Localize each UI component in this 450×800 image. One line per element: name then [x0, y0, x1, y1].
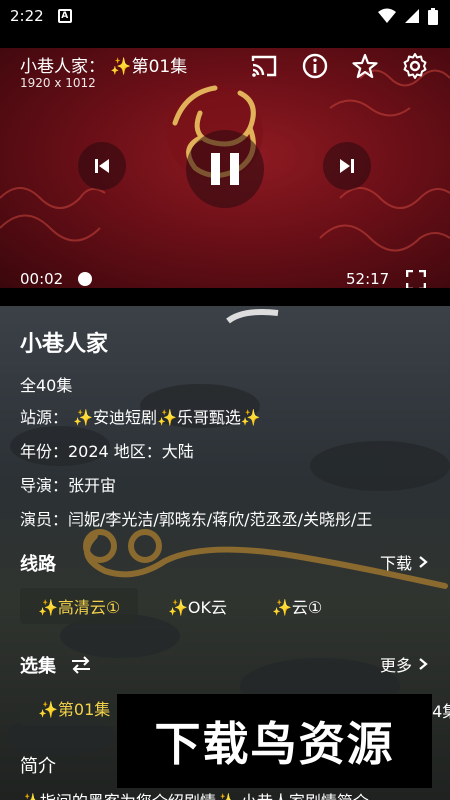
episodes-total: 全40集 — [20, 376, 73, 395]
star-icon[interactable] — [351, 52, 379, 80]
more-label: 更多 — [379, 656, 412, 675]
previous-button[interactable] — [78, 142, 126, 190]
director-info: 导演：张开宙 — [20, 476, 117, 495]
line-chip-3[interactable]: ✨云① — [254, 588, 340, 624]
chevron-right-icon — [419, 658, 428, 670]
video-player[interactable]: 小巷人家： ✨第01集 1920 x 1012 00:02 52:17 — [0, 48, 450, 288]
episode-chip-1[interactable]: ✨第01集 — [20, 690, 129, 726]
status-bar: 2:22 A — [0, 0, 450, 32]
episodes-header: 选集 — [20, 652, 92, 678]
battery-icon — [428, 7, 438, 25]
total-time: 52:17 — [346, 270, 390, 288]
sort-swap-icon[interactable] — [70, 656, 92, 674]
download-label: 下载 — [379, 554, 412, 573]
download-button[interactable]: 下载 — [380, 550, 428, 574]
next-button[interactable] — [323, 142, 371, 190]
intro-title: 简介 — [20, 756, 56, 777]
fullscreen-icon[interactable] — [406, 270, 426, 288]
player-title: 小巷人家： ✨第01集 — [20, 57, 188, 77]
more-episodes-button[interactable]: 更多 — [380, 652, 428, 676]
line-chip-1[interactable]: ✨高清云① — [20, 588, 139, 624]
pause-button[interactable] — [186, 130, 264, 208]
info-icon[interactable] — [301, 52, 329, 80]
episodes-title: 选集 — [20, 656, 56, 677]
current-time: 00:02 — [20, 270, 64, 288]
watermark-banner: 下载鸟资源 — [117, 694, 432, 788]
chevron-right-icon — [419, 556, 428, 568]
status-time: 2:22 — [10, 7, 44, 25]
wifi-icon — [378, 8, 396, 23]
skip-previous-icon — [95, 159, 109, 173]
pause-icon — [211, 153, 239, 185]
skip-next-icon — [340, 159, 354, 173]
year-region-info: 年份：2024 地区：大陆 — [20, 442, 194, 461]
lines-title: 线路 — [20, 554, 56, 575]
show-title: 小巷人家 — [20, 332, 109, 357]
cast-icon[interactable] — [250, 52, 278, 80]
status-icons — [378, 7, 438, 25]
intro-text: ✨指间的黑客为您介绍剧情✨ 小巷人家剧情简介 — [20, 788, 369, 800]
player-resolution: 1920 x 1012 — [20, 76, 96, 90]
signal-icon — [405, 9, 419, 23]
source-info: 站源： ✨安迪短剧✨乐哥甄选✨ — [20, 408, 261, 427]
seek-bar-thumb[interactable] — [78, 272, 92, 286]
notification-icon: A — [57, 9, 72, 23]
line-chip-2[interactable]: ✨OK云 — [150, 588, 245, 624]
settings-gear-icon[interactable] — [401, 52, 429, 80]
actors-info: 演员：闫妮/李光洁/郭晓东/蒋欣/范丞丞/关晓彤/王 — [20, 510, 373, 529]
